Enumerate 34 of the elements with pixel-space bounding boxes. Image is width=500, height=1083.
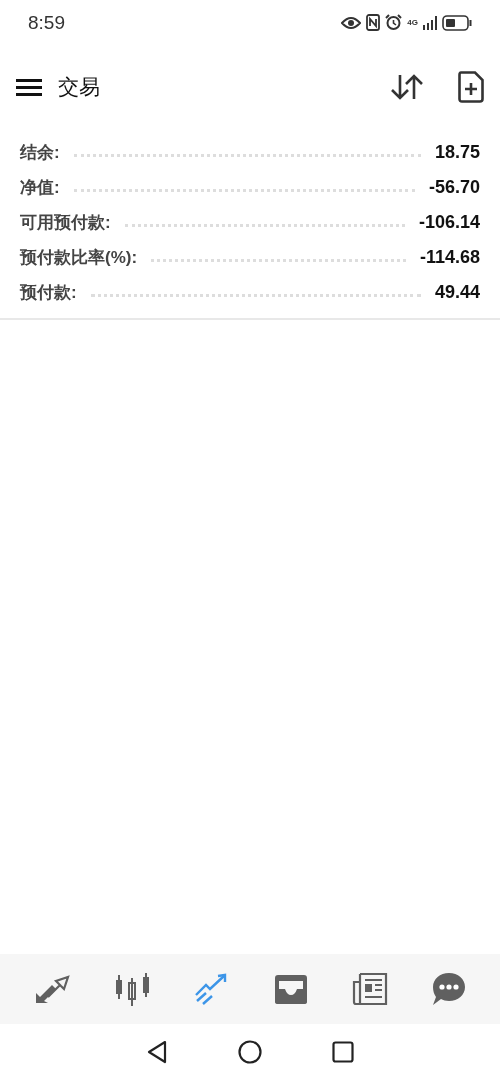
new-order-button[interactable] bbox=[458, 71, 484, 103]
nfc-icon bbox=[366, 14, 381, 31]
summary-value: -56.70 bbox=[428, 177, 480, 198]
summary-value: 18.75 bbox=[434, 142, 480, 163]
back-icon bbox=[146, 1039, 168, 1064]
chat-bubble-icon bbox=[432, 973, 465, 1005]
home-button[interactable] bbox=[238, 1039, 262, 1064]
diagonal-arrows-icon bbox=[33, 973, 70, 1005]
inbox-icon bbox=[272, 973, 309, 1005]
summary-label: 净值: bbox=[20, 177, 60, 199]
home-icon bbox=[238, 1039, 262, 1064]
alarm-icon bbox=[385, 14, 403, 31]
summary-value: -114.68 bbox=[419, 247, 480, 268]
summary-label: 预付款比率(%): bbox=[20, 247, 138, 269]
recents-button[interactable] bbox=[332, 1040, 354, 1063]
page-title: 交易 bbox=[58, 74, 101, 100]
menu-icon bbox=[16, 77, 42, 97]
summary-value: -106.14 bbox=[418, 212, 480, 233]
newspaper-icon bbox=[351, 972, 388, 1006]
summary-value: 49.44 bbox=[434, 282, 480, 303]
summary-label: 结余: bbox=[20, 142, 60, 164]
summary-label: 可用预付款: bbox=[20, 212, 111, 234]
summary-label: 预付款: bbox=[20, 282, 77, 304]
signal-icon bbox=[423, 15, 437, 30]
sort-arrows-icon bbox=[390, 73, 424, 101]
network-type: 4G bbox=[407, 18, 418, 27]
sort-button[interactable] bbox=[390, 73, 424, 101]
menu-button[interactable] bbox=[16, 77, 42, 97]
eye-icon bbox=[341, 15, 362, 30]
document-plus-icon bbox=[458, 71, 484, 103]
back-button[interactable] bbox=[146, 1039, 168, 1064]
battery-icon bbox=[442, 14, 472, 31]
status-time: 8:59 bbox=[28, 11, 65, 34]
recents-icon bbox=[332, 1040, 354, 1063]
